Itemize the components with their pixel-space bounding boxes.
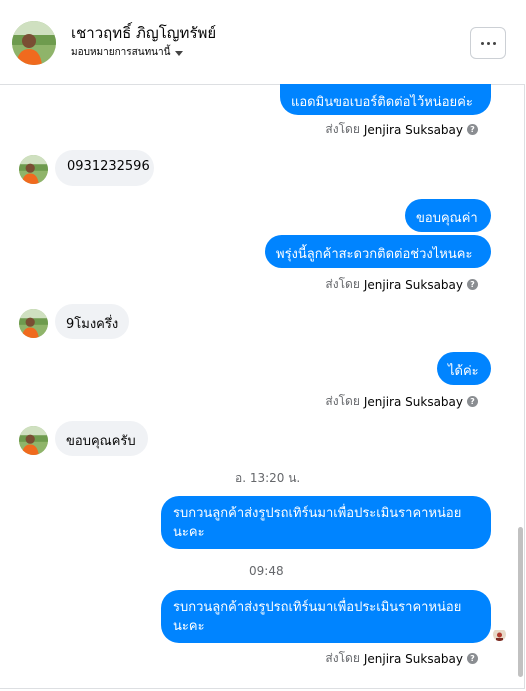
contact-avatar-small <box>19 309 48 338</box>
sent-by-prefix: ส่งโดย <box>325 394 360 408</box>
outgoing-message[interactable]: รบกวนลูกค้าส่งรูปรถเทิร์นมาเพื่อประเมินร… <box>161 496 491 549</box>
incoming-message[interactable]: ขอบคุณครับ <box>55 421 148 456</box>
message-text: 0931232596 <box>67 159 150 174</box>
question-icon[interactable]: ? <box>467 396 478 407</box>
incoming-message[interactable]: 9โมงครึ่ง <box>55 304 129 339</box>
outgoing-message[interactable]: แอดมินขอเบอร์ติดต่อไว้หน่อยค่ะ <box>280 84 491 115</box>
contact-avatar[interactable] <box>12 21 56 65</box>
message-text: 9โมงครึ่ง <box>66 317 119 332</box>
sender-name: Jenjira Suksabay <box>363 651 463 666</box>
more-options-button[interactable] <box>470 27 506 59</box>
message-text-line: นะคะ <box>173 619 205 634</box>
scrollbar-thumb[interactable] <box>518 527 523 677</box>
question-icon[interactable]: ? <box>467 279 478 290</box>
sent-by-prefix: ส่งโดย <box>325 122 360 136</box>
sent-by-label: ส่งโดย Jenjira Suksabay ? <box>325 649 478 668</box>
question-icon[interactable]: ? <box>467 124 478 135</box>
conversation-header: เชาวฤทธิ์ ภิญโญทรัพย์ มอบหมายการสนทนานี้ <box>0 0 525 85</box>
sender-name: Jenjira Suksabay <box>363 277 463 292</box>
sent-by-label: ส่งโดย Jenjira Suksabay ? <box>325 120 478 139</box>
message-text: ขอบคุณค่า <box>416 211 478 226</box>
contact-avatar-small <box>19 155 48 184</box>
question-icon[interactable]: ? <box>467 653 478 664</box>
outgoing-message[interactable]: รบกวนลูกค้าส่งรูปรถเทิร์นมาเพื่อประเมินร… <box>161 590 491 643</box>
outgoing-message[interactable]: ขอบคุณค่า <box>405 199 491 232</box>
timestamp: อ. 13:20 น. <box>235 471 301 485</box>
message-text: พรุ่งนี้ลูกค้าสะดวกติดต่อช่วงไหนคะ <box>276 247 473 262</box>
message-text: ได้ค่ะ <box>448 364 479 379</box>
caret-down-icon <box>175 50 184 56</box>
assign-label: มอบหมายการสนทนานี้ <box>71 47 171 58</box>
sent-by-prefix: ส่งโดย <box>325 651 360 665</box>
outgoing-message[interactable]: ได้ค่ะ <box>437 352 491 385</box>
contact-name[interactable]: เชาวฤทธิ์ ภิญโญทรัพย์ <box>71 21 216 45</box>
sender-name: Jenjira Suksabay <box>363 394 463 409</box>
message-text-line: นะคะ <box>173 525 205 540</box>
more-horizontal-icon <box>480 41 496 45</box>
sent-by-label: ส่งโดย Jenjira Suksabay ? <box>325 392 478 411</box>
sender-name: Jenjira Suksabay <box>363 122 463 137</box>
incoming-message[interactable]: 0931232596 <box>55 150 154 186</box>
sent-by-label: ส่งโดย Jenjira Suksabay ? <box>325 275 478 294</box>
assign-conversation-dropdown[interactable]: มอบหมายการสนทนานี้ <box>71 45 184 60</box>
message-text-line: รบกวนลูกค้าส่งรูปรถเทิร์นมาเพื่อประเมินร… <box>173 506 462 521</box>
message-text-line: รบกวนลูกค้าส่งรูปรถเทิร์นมาเพื่อประเมินร… <box>173 600 462 615</box>
outgoing-message[interactable]: พรุ่งนี้ลูกค้าสะดวกติดต่อช่วงไหนคะ <box>265 235 491 268</box>
message-text: แอดมินขอเบอร์ติดต่อไว้หน่อยค่ะ <box>291 95 473 110</box>
seen-avatar <box>493 628 506 641</box>
contact-avatar-small <box>19 426 48 455</box>
message-text: ขอบคุณครับ <box>66 434 136 449</box>
timestamp: 09:48 <box>249 564 284 578</box>
sent-by-prefix: ส่งโดย <box>325 277 360 291</box>
